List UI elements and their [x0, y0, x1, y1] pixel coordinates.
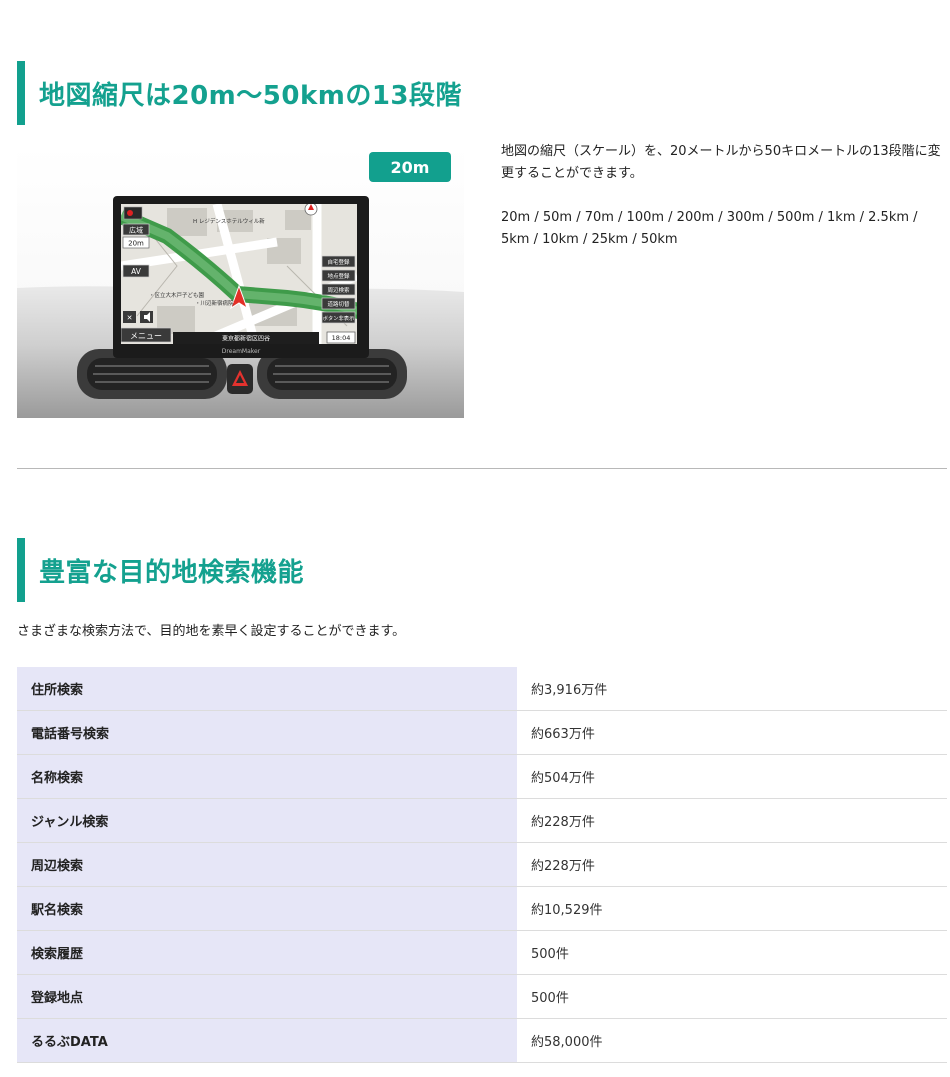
search-method-label: 電話番号検索 — [17, 710, 517, 755]
search-method-label: 検索履歴 — [17, 930, 517, 975]
svg-text:東京都新宿区四谷: 東京都新宿区四谷 — [222, 335, 270, 343]
poi-label: ・区立大木戸子ども園 — [149, 291, 205, 299]
section-divider — [17, 468, 947, 469]
table-row: 検索履歴 500件 — [17, 930, 947, 975]
table-row: 住所検索 約3,916万件 — [17, 667, 947, 711]
search-method-label: 周辺検索 — [17, 842, 517, 887]
svg-text:AV: AV — [131, 267, 142, 276]
section-heading-search: 豊富な目的地検索機能 — [17, 538, 304, 602]
svg-text:地点登録: 地点登録 — [327, 272, 350, 280]
table-row: 名称検索 約504万件 — [17, 754, 947, 799]
scale-description: 地図の縮尺（スケール）を、20メートルから50キロメートルの13段階に変更するこ… — [501, 141, 950, 251]
table-row: 駅名検索 約10,529件 — [17, 886, 947, 931]
search-count-value: 約504万件 — [517, 754, 947, 799]
heading-accent-bar — [17, 538, 25, 602]
search-intro-text: さまざまな検索方法で、目的地を素早く設定することができます。 — [17, 624, 406, 639]
search-method-label: るるぶDATA — [17, 1018, 517, 1063]
section-title: 地図縮尺は20m〜50kmの13段階 — [39, 80, 463, 111]
poi-label: H レジデンスホテルウィル新 — [193, 217, 265, 225]
search-method-label: 駅名検索 — [17, 886, 517, 931]
svg-text:20m: 20m — [391, 158, 430, 177]
right-button-column: 自宅登録 地点登録 周辺検索 道路切替 ボタン非表示 — [321, 255, 356, 324]
table-row: 電話番号検索 約663万件 — [17, 710, 947, 755]
table-row: 周辺検索 約228万件 — [17, 842, 947, 887]
description-text: 地図の縮尺（スケール）を、20メートルから50キロメートルの13段階に変更するこ… — [501, 144, 941, 181]
svg-text:ボタン非表示: ボタン非表示 — [323, 314, 355, 322]
table-row: るるぶDATA 約58,000件 — [17, 1018, 947, 1063]
heading-accent-bar — [17, 61, 25, 125]
svg-text:✕: ✕ — [127, 314, 133, 322]
svg-text:周辺検索: 周辺検索 — [327, 286, 350, 294]
poi-label: ・川辺新宿病院 — [195, 299, 234, 307]
table-row: 登録地点 500件 — [17, 974, 947, 1019]
search-count-value: 500件 — [517, 930, 947, 975]
scale-list: 20m / 50m / 70m / 100m / 200m / 300m / 5… — [501, 210, 918, 247]
section-heading-map-scale: 地図縮尺は20m〜50kmの13段階 — [17, 61, 462, 125]
svg-text:広域: 広域 — [129, 226, 143, 235]
brand-logo: DreamMaker — [222, 348, 261, 355]
svg-text:メニュー: メニュー — [130, 332, 162, 341]
search-method-label: 住所検索 — [17, 667, 517, 711]
search-count-value: 約58,000件 — [517, 1018, 947, 1063]
search-method-label: 登録地点 — [17, 974, 517, 1019]
table-row: ジャンル検索 約228万件 — [17, 798, 947, 843]
svg-text:20m: 20m — [128, 240, 144, 248]
section-title: 豊富な目的地検索機能 — [39, 557, 305, 588]
search-count-value: 約3,916万件 — [517, 667, 947, 711]
search-function-table: 住所検索 約3,916万件 電話番号検索 約663万件 名称検索 約504万件 … — [17, 667, 947, 1063]
svg-text:道路切替: 道路切替 — [327, 300, 350, 308]
svg-text:18:04: 18:04 — [332, 334, 351, 342]
navigation-device-photo: H レジデンスホテルウィル新 ・区立大木戸子ども園 ・川辺新宿病院 広域 20m… — [17, 146, 464, 418]
svg-text:自宅登録: 自宅登録 — [327, 258, 350, 266]
search-count-value: 約10,529件 — [517, 886, 947, 931]
search-method-label: 名称検索 — [17, 754, 517, 799]
map-screen: H レジデンスホテルウィル新 ・区立大木戸子ども園 ・川辺新宿病院 広域 20m… — [121, 204, 357, 344]
search-count-value: 500件 — [517, 974, 947, 1019]
search-method-label: ジャンル検索 — [17, 798, 517, 843]
search-count-value: 約663万件 — [517, 710, 947, 755]
search-count-value: 約228万件 — [517, 798, 947, 843]
search-count-value: 約228万件 — [517, 842, 947, 887]
